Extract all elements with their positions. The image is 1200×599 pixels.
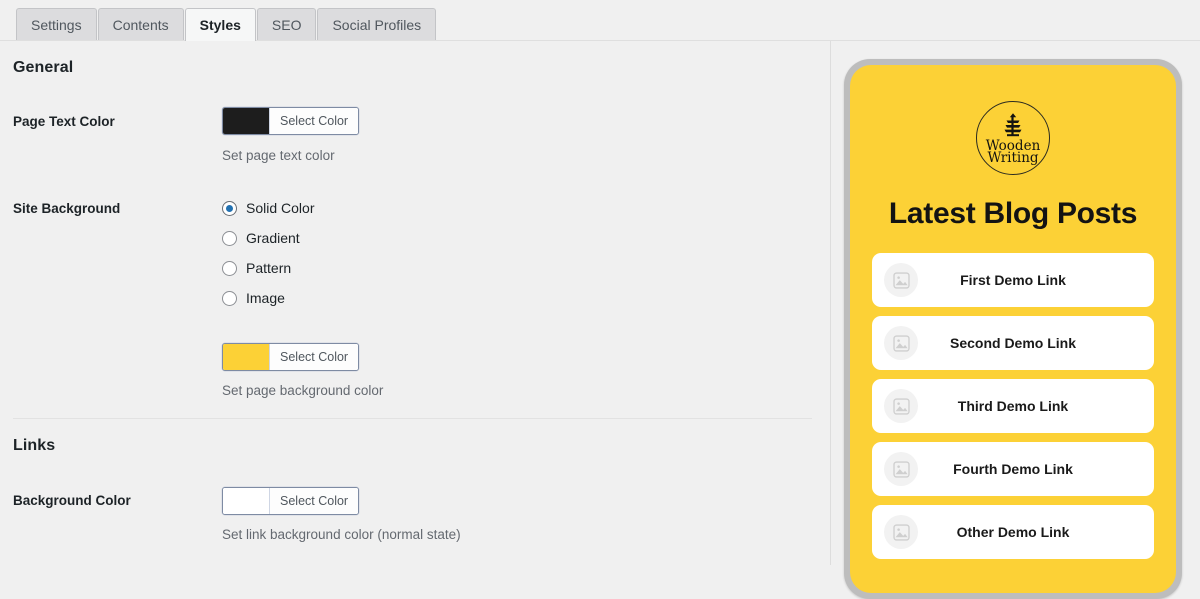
link-background-color-help: Set link background color (normal state) [222, 527, 461, 542]
site-background-option-image[interactable]: Image [222, 290, 285, 306]
preview-screen: Wooden Writing Latest Blog Posts First D… [850, 65, 1176, 593]
page-text-color-swatch [223, 108, 269, 134]
site-background-option-pattern[interactable]: Pattern [222, 260, 291, 276]
page-text-color-button-label: Select Color [269, 108, 359, 134]
link-background-color-button-label: Select Color [269, 488, 359, 514]
tab-social-profiles[interactable]: Social Profiles [317, 8, 437, 41]
page-text-color-label: Page Text Color [13, 114, 115, 129]
section-heading-links: Links [13, 437, 56, 454]
radio-label-solid-color: Solid Color [246, 200, 315, 216]
post-title: Second Demo Link [949, 335, 1077, 351]
radio-label-image: Image [246, 290, 285, 306]
logo-line2: Writing [987, 150, 1038, 166]
post-title: First Demo Link [960, 272, 1066, 288]
list-item[interactable]: Other Demo Link [872, 505, 1154, 559]
tab-seo[interactable]: SEO [256, 8, 317, 41]
device-frame: Wooden Writing Latest Blog Posts First D… [844, 59, 1182, 599]
list-item[interactable]: Fourth Demo Link [872, 442, 1154, 496]
page-text-color-help: Set page text color [222, 148, 335, 163]
radio-image[interactable] [222, 290, 237, 306]
radio-pattern[interactable] [222, 260, 237, 276]
logo-circle: Wooden Writing [976, 101, 1050, 175]
post-title: Other Demo Link [956, 524, 1070, 540]
site-background-color-help: Set page background color [222, 383, 384, 398]
post-title: Fourth Demo Link [953, 461, 1073, 477]
post-title: Third Demo Link [957, 398, 1069, 414]
page-text-color-select-button[interactable]: Select Color [222, 107, 360, 135]
section-divider [13, 418, 812, 419]
styles-settings-panel: General Page Text Color Select Color Set… [0, 41, 830, 565]
tab-settings[interactable]: Settings [16, 8, 97, 41]
site-background-color-button-label: Select Color [269, 344, 359, 370]
tree-icon: Wooden Writing [986, 113, 1041, 166]
radio-solid-color[interactable] [222, 200, 237, 216]
list-item[interactable]: Second Demo Link [872, 316, 1154, 370]
list-item[interactable]: First Demo Link [872, 253, 1154, 307]
site-background-option-gradient[interactable]: Gradient [222, 230, 300, 246]
radio-gradient[interactable] [222, 230, 237, 246]
blog-post-list: First Demo Link Second Demo Link Third D… [872, 253, 1154, 559]
preview-heading: Latest Blog Posts [888, 197, 1138, 230]
link-background-color-label: Background Color [13, 493, 131, 508]
tab-contents[interactable]: Contents [97, 8, 184, 41]
tab-bar: Settings Contents Styles SEO Social Prof… [0, 0, 1200, 41]
live-preview-panel: Wooden Writing Latest Blog Posts First D… [831, 41, 1200, 599]
radio-label-gradient: Gradient [246, 230, 300, 246]
tab-styles[interactable]: Styles [184, 8, 256, 41]
link-background-color-select-button[interactable]: Select Color [222, 487, 360, 515]
site-background-color-swatch [223, 344, 269, 370]
site-background-color-select-button[interactable]: Select Color [222, 343, 360, 371]
site-logo: Wooden Writing [872, 101, 1154, 175]
radio-label-pattern: Pattern [246, 260, 292, 276]
site-background-label: Site Background [13, 201, 121, 216]
section-heading-general: General [13, 59, 74, 76]
link-background-color-swatch [223, 488, 269, 514]
list-item[interactable]: Third Demo Link [872, 379, 1154, 433]
site-background-option-solid-color[interactable]: Solid Color [222, 200, 314, 216]
